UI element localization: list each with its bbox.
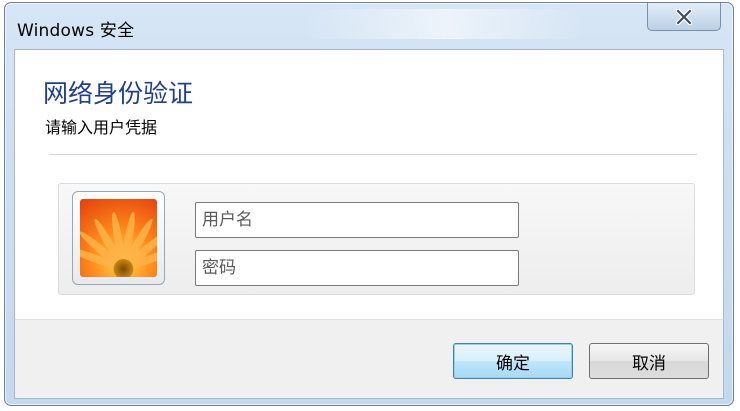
dialog-content: 网络身份验证 请输入用户凭据 xyxy=(14,49,724,319)
divider xyxy=(49,154,697,155)
ok-button[interactable]: 确定 xyxy=(453,343,573,379)
dialog-subheading: 请输入用户凭据 xyxy=(45,118,158,137)
security-dialog: Windows 安全 网络身份验证 请输入用户凭据 用户名 确定 取消 xyxy=(4,2,734,406)
close-button[interactable] xyxy=(647,3,721,31)
title-bar-glass xyxy=(305,9,585,39)
credential-tile xyxy=(58,183,695,295)
dialog-heading: 网络身份验证 xyxy=(43,79,194,108)
close-icon xyxy=(675,8,693,25)
user-avatar xyxy=(72,191,165,285)
cancel-button[interactable]: 取消 xyxy=(589,343,709,379)
title-bar[interactable]: Windows 安全 xyxy=(5,3,733,49)
username-input[interactable] xyxy=(195,202,519,238)
password-input[interactable] xyxy=(195,250,519,286)
user-tile-flower-icon xyxy=(80,199,157,277)
window-title: Windows 安全 xyxy=(17,21,135,41)
button-bar: 确定 取消 xyxy=(14,319,724,399)
